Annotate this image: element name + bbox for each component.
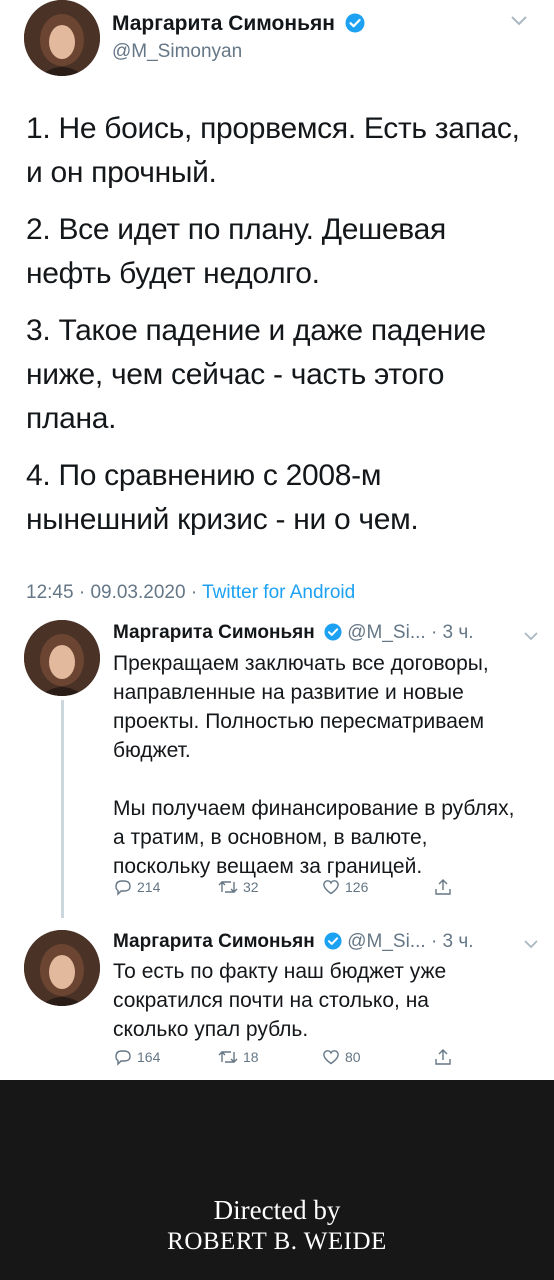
retweet-count: 32 [243,879,259,895]
reply-line: проекты. Полностью пересматриваем [113,710,485,733]
comment-icon [115,880,131,896]
heart-icon [323,880,339,895]
tweet-date: 09.03.2020 [90,582,186,603]
author-name[interactable]: Маргарита Симоньян [112,12,365,36]
chevron-down-icon[interactable] [524,936,538,954]
like-count: 126 [345,879,369,895]
reply-action-button[interactable]: 164 [113,1047,217,1067]
tweet-text: 1. Не боись, прорвемся. Есть запас, и он… [26,107,546,542]
credits-panel: Directed by ROBERT B. WEIDE [0,1080,554,1280]
reply-author-name[interactable]: Маргарита Симоньян [113,931,315,952]
retweet-icon [218,1051,238,1063]
reply-author-name[interactable]: Маргарита Симоньян [113,622,315,643]
retweet-action-button[interactable]: 18 [217,1047,321,1067]
share-icon [435,879,451,895]
reply-count: 164 [137,1049,161,1065]
retweet-action-button[interactable]: 32 [217,877,321,897]
verified-badge-icon [345,13,365,33]
reply-avatar[interactable] [24,620,100,696]
tweet-line: 2. Все идет по плану. Дешевая [26,213,446,246]
retweet-icon [218,881,238,893]
chevron-down-icon[interactable] [524,628,538,646]
verified-badge-icon [324,932,342,950]
reply-text: Прекращаем заключать все договоры, напра… [113,649,543,881]
like-action-button[interactable]: 80 [321,1047,433,1067]
reply-line: сколько упал рубль. [113,1018,309,1041]
reply-line: Прекращаем заключать все договоры, [113,652,489,675]
reply-line: а тратим, в основном, в валюте, [113,826,428,849]
share-action-button[interactable] [433,1047,453,1067]
verified-badge-icon [324,623,342,641]
thread-connector [61,700,64,918]
tweet-line: нефть будет недолго. [26,257,320,290]
tweet-line: 1. Не боись, прорвемся. Есть запас, [26,112,520,145]
heart-icon [323,1050,339,1065]
reply-text: То есть по факту наш бюджет уже сократил… [113,957,543,1044]
tweet-line: нынешний кризис - ни о чем. [26,503,419,536]
reply-line: То есть по факту наш бюджет уже [113,960,447,983]
avatar-image [24,0,100,76]
meta-separator: · [190,582,198,603]
author-avatar[interactable] [24,0,100,76]
meta-separator: · [78,582,86,603]
comment-icon [115,1050,131,1066]
avatar-image [24,930,100,1006]
tweet-line: и он прочный. [26,156,217,189]
tweet-line: 4. По сравнению с 2008-м [26,459,382,492]
reply-line [113,765,543,794]
tweet-line: 3. Такое падение и даже падение [26,314,486,347]
reply-avatar[interactable] [24,930,100,1006]
reply-actions: 214 32 126 [113,877,473,897]
reply-line: Мы получаем финансирование в рублях, [113,797,515,820]
tweet-line: плана. [26,402,117,435]
share-action-button[interactable] [433,877,453,897]
chevron-down-icon[interactable] [510,14,528,32]
reply-line: сократился почти на столько, на [113,989,429,1012]
like-count: 80 [345,1049,361,1065]
tweet-line: ниже, чем сейчас - часть этого [26,358,445,391]
reply-header: Маргарита Симоньян @M_Si... · 3 ч. [113,931,474,953]
share-icon [435,1049,451,1065]
reply-header: Маргарита Симоньян @M_Si... · 3 ч. [113,622,474,644]
author-name-text: Маргарита Симоньян [112,12,335,35]
reply-handle-time[interactable]: @M_Si... · 3 ч. [347,622,473,643]
reply-line: бюджет. [113,739,191,762]
retweet-count: 18 [243,1049,259,1065]
author-handle[interactable]: @M_Simonyan [112,41,242,63]
tweet-source-link[interactable]: Twitter for Android [202,582,355,603]
like-action-button[interactable]: 126 [321,877,433,897]
reply-handle-time[interactable]: @M_Si... · 3 ч. [347,931,473,952]
tweet-meta: 12:45 · 09.03.2020 · Twitter for Android [26,582,355,604]
credits-line-directed-by: Directed by [213,1195,341,1225]
avatar-image [24,620,100,696]
tweet-time: 12:45 [26,582,74,603]
reply-line: направленные на развитие и новые [113,681,464,704]
reply-count: 214 [137,879,161,895]
reply-actions: 164 18 80 [113,1047,473,1067]
reply-action-button[interactable]: 214 [113,877,217,897]
credits-line-name: ROBERT B. WEIDE [167,1228,387,1255]
